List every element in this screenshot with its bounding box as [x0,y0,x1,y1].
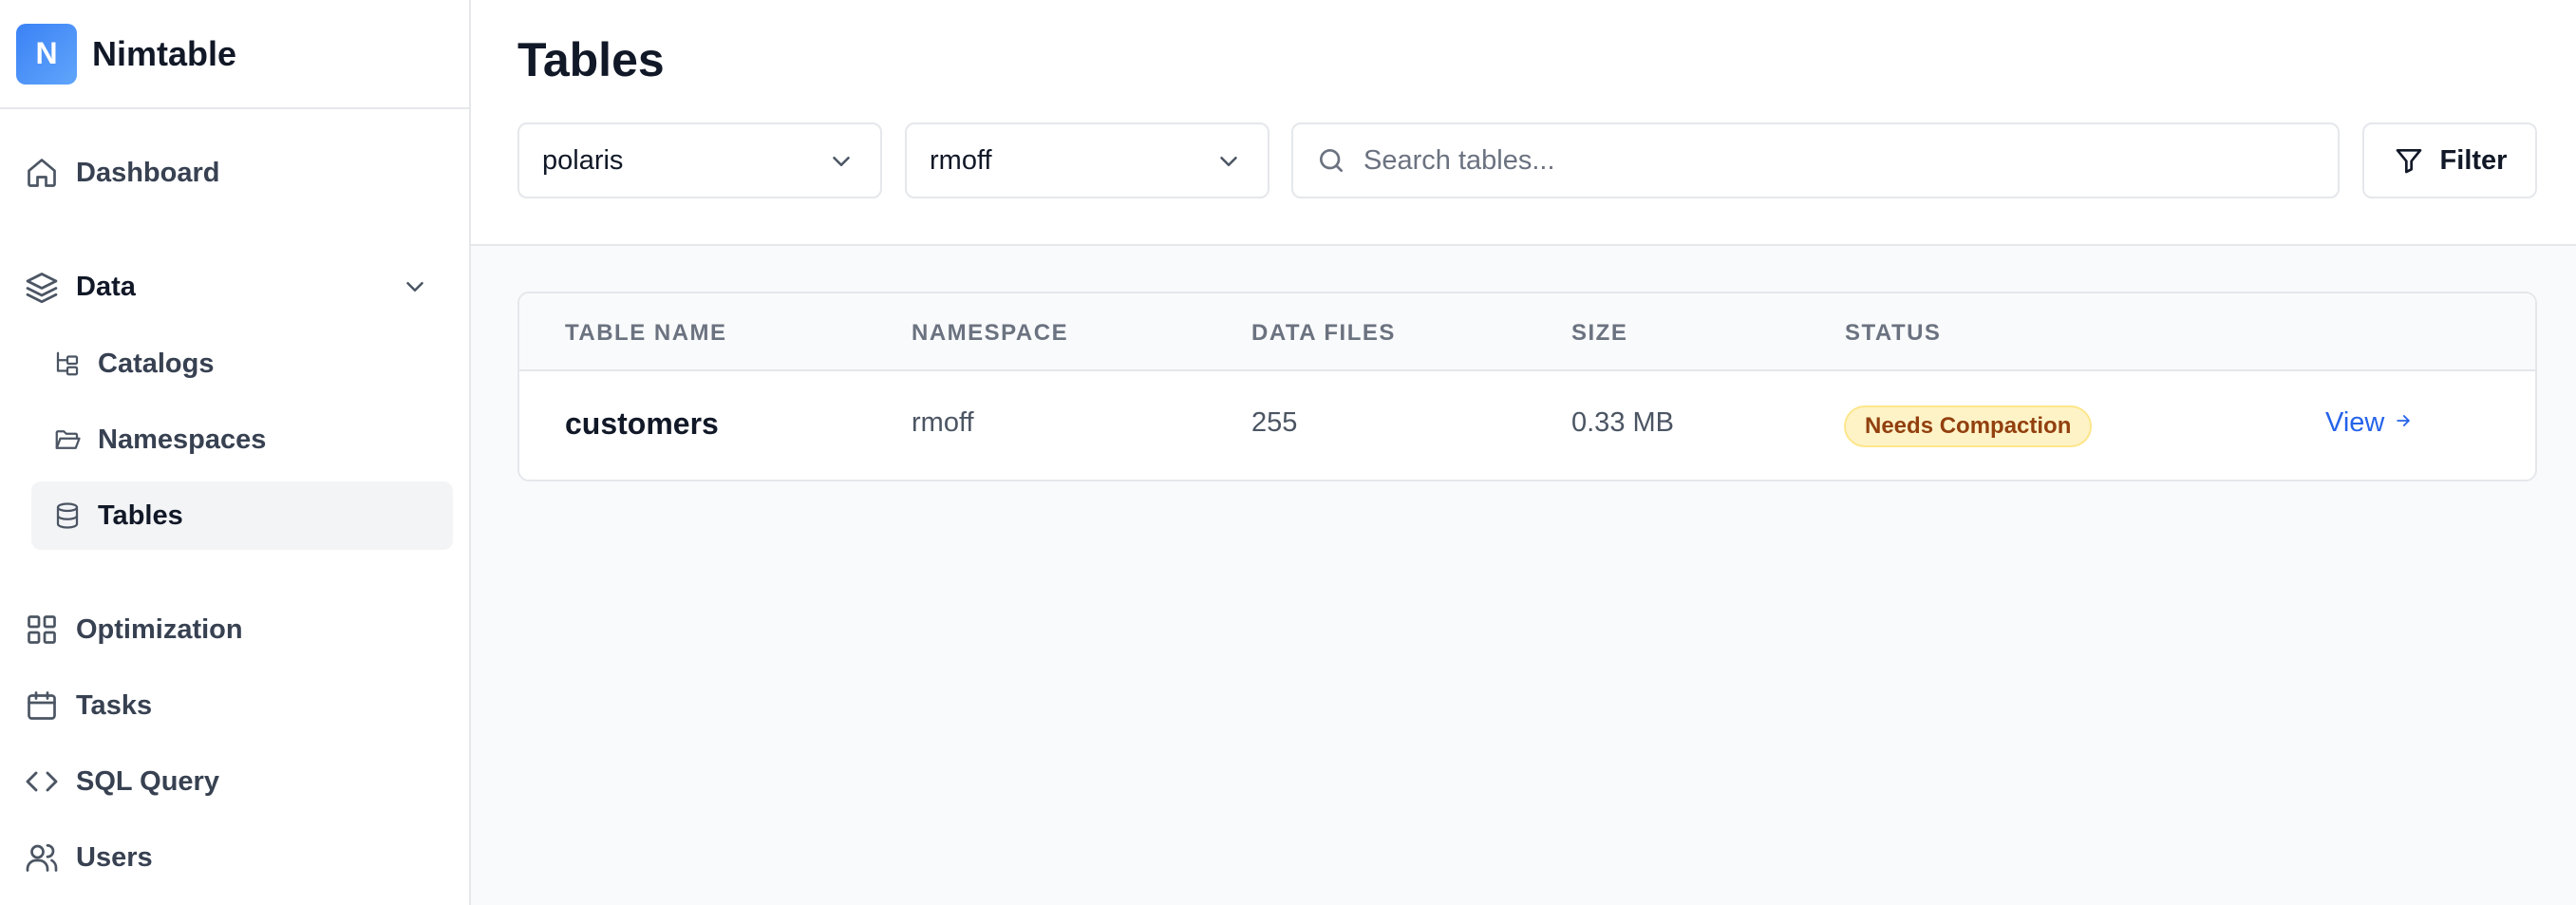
view-link[interactable]: View [2325,407,2413,439]
search-input[interactable] [1363,144,2313,177]
column-header-namespace[interactable]: NAMESPACE [912,320,1068,347]
namespace-cell: rmoff [912,407,974,438]
sidebar-item-tables[interactable]: Tables [31,481,453,550]
sidebar-item-label: Data [76,271,136,302]
size-cell: 0.33 MB [1571,407,1674,438]
column-header-status[interactable]: STATUS [1845,320,1941,347]
catalog-tree-icon [52,349,83,379]
sidebar-item-users[interactable]: Users [19,829,454,886]
page-title: Tables [517,33,665,86]
brand[interactable]: N Nimtable [0,0,469,109]
sidebar-item-data[interactable]: Data [19,258,454,315]
sidebar-item-label: SQL Query [76,765,219,797]
column-header-table-name[interactable]: TABLE NAME [565,320,727,347]
users-icon [23,839,61,877]
sidebar-item-optimization[interactable]: Optimization [19,601,454,658]
filter-button-label: Filter [2439,144,2508,176]
chevron-down-icon[interactable] [401,273,429,301]
app-name: Nimtable [92,33,237,73]
sidebar-item-label: Tables [98,500,183,531]
filter-button[interactable]: Filter [2362,123,2537,198]
status-badge: Needs Compaction [1844,405,2093,447]
sidebar-item-label: Tasks [76,689,153,721]
table-name-cell[interactable]: customers [565,406,719,442]
code-icon [23,763,61,801]
arrow-right-icon [2394,410,2413,437]
sidebar-item-label: Users [76,841,153,873]
content-area: TABLE NAME NAMESPACE DATA FILES SIZE STA… [471,246,2576,905]
sidebar-item-namespaces[interactable]: Namespaces [31,405,453,474]
column-header-data-files[interactable]: DATA FILES [1251,320,1396,347]
table-header: TABLE NAME NAMESPACE DATA FILES SIZE STA… [519,293,2535,371]
database-icon [52,500,83,531]
catalog-select[interactable]: polaris [517,123,882,198]
main-content: Tables polaris rmoff Search tables... Fi… [471,0,2576,905]
sidebar-item-label: Optimization [76,613,243,645]
chevron-down-icon [827,147,856,176]
page-header: Tables polaris rmoff Search tables... Fi… [471,0,2576,246]
namespace-select-value: rmoff [930,144,992,176]
sidebar-item-dashboard[interactable]: Dashboard [19,144,454,201]
sidebar-item-label: Catalogs [98,348,215,379]
folder-open-icon [52,424,83,455]
layers-icon [23,268,61,306]
home-icon [23,154,61,192]
data-files-cell: 255 [1251,407,1298,438]
catalog-select-value: polaris [542,144,624,176]
column-header-size[interactable]: SIZE [1571,320,1627,347]
calendar-icon [23,687,61,725]
sidebar: N Nimtable Dashboard Data Catalogs Names… [0,0,471,905]
view-link-label: View [2325,407,2385,438]
app-root: N Nimtable Dashboard Data Catalogs Names… [0,0,2576,905]
search-icon [1314,143,1348,178]
sidebar-item-tasks[interactable]: Tasks [19,677,454,734]
table-row[interactable]: customers rmoff 255 0.33 MB Needs Compac… [519,371,2535,480]
filter-icon [2393,144,2425,177]
tables-table: TABLE NAME NAMESPACE DATA FILES SIZE STA… [517,292,2537,481]
sidebar-item-sql-query[interactable]: SQL Query [19,753,454,810]
sidebar-item-catalogs[interactable]: Catalogs [31,330,453,398]
namespace-select[interactable]: rmoff [905,123,1269,198]
sidebar-item-label: Namespaces [98,424,267,455]
grid-icon [23,611,61,649]
search-box[interactable] [1291,123,2340,198]
app-logo: N [16,23,77,85]
chevron-down-icon [1214,147,1243,176]
sidebar-item-label: Dashboard [76,157,220,188]
